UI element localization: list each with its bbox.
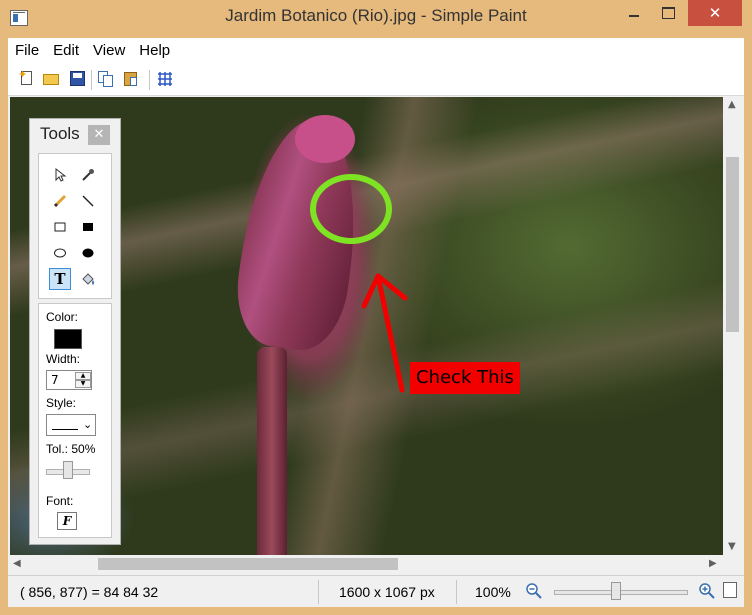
open-folder-icon bbox=[43, 74, 59, 85]
status-separator bbox=[318, 580, 319, 604]
menu-bar: File Edit View Help bbox=[8, 38, 744, 62]
photo-bud-tip bbox=[295, 115, 355, 163]
image-canvas[interactable]: Check This Tools ✕ T Color: Width: 7 ▲ ▼… bbox=[10, 97, 723, 555]
fill-tool[interactable] bbox=[77, 268, 99, 290]
solid-line-style bbox=[52, 429, 78, 430]
tolerance-label: Tol.: 50% bbox=[46, 442, 96, 456]
scroll-corner bbox=[723, 555, 742, 573]
zoom-fit-icon[interactable] bbox=[723, 582, 737, 598]
width-stepper[interactable]: 7 ▲ ▼ bbox=[46, 370, 92, 390]
style-label: Style: bbox=[46, 396, 77, 410]
tools-panel-title: Tools bbox=[40, 124, 80, 143]
pencil-icon bbox=[53, 194, 67, 208]
zoom-in-icon[interactable] bbox=[698, 582, 716, 600]
tool-properties: Color: Width: 7 ▲ ▼ Style: ⌄ Tol.: 50% F… bbox=[38, 303, 112, 538]
chevron-down-icon: ⌄ bbox=[83, 418, 93, 431]
save-button[interactable] bbox=[68, 70, 88, 88]
text-tool[interactable]: T bbox=[49, 268, 71, 290]
filled-ellipse-icon bbox=[82, 248, 94, 258]
minimize-icon bbox=[629, 15, 639, 17]
ellipse-icon bbox=[54, 248, 66, 258]
open-button[interactable] bbox=[42, 70, 62, 88]
menu-help[interactable]: Help bbox=[132, 42, 177, 59]
width-value: 7 bbox=[51, 373, 59, 387]
line-tool[interactable] bbox=[77, 190, 99, 212]
rectangle-tool[interactable] bbox=[49, 216, 71, 238]
filled-ellipse-tool[interactable] bbox=[77, 242, 99, 264]
minimize-button[interactable] bbox=[618, 0, 650, 26]
menu-edit[interactable]: Edit bbox=[46, 42, 86, 59]
pencil-tool[interactable] bbox=[49, 190, 71, 212]
status-bar: ( 856, 877) = 84 84 32 1600 x 1067 px 10… bbox=[8, 575, 744, 607]
color-label: Color: bbox=[46, 310, 79, 324]
app-window: Jardim Botanico (Rio).jpg - Simple Paint… bbox=[0, 0, 752, 615]
vertical-scroll-thumb[interactable] bbox=[726, 157, 739, 332]
paste-button[interactable] bbox=[122, 70, 142, 88]
width-up-button[interactable]: ▲ bbox=[75, 372, 91, 380]
line-icon bbox=[82, 195, 94, 207]
grid-button[interactable] bbox=[156, 70, 176, 88]
title-bar[interactable]: Jardim Botanico (Rio).jpg - Simple Paint… bbox=[0, 0, 752, 38]
eyedropper-icon bbox=[82, 169, 94, 181]
tool-grid: T bbox=[38, 153, 112, 299]
maximize-icon bbox=[661, 7, 675, 19]
save-icon bbox=[70, 71, 85, 86]
status-separator bbox=[456, 580, 457, 604]
pixel-info: ( 856, 877) = 84 84 32 bbox=[20, 584, 159, 600]
close-icon: ✕ bbox=[708, 4, 722, 22]
maximize-button[interactable] bbox=[652, 0, 684, 26]
annotation-label: Check This bbox=[410, 362, 520, 394]
tools-panel: Tools ✕ T Color: Width: 7 ▲ ▼ Style: ⌄ T… bbox=[29, 118, 121, 545]
horizontal-scroll-thumb[interactable] bbox=[98, 558, 398, 570]
width-down-button[interactable]: ▼ bbox=[75, 380, 91, 388]
menu-view[interactable]: View bbox=[86, 42, 132, 59]
toolbar-separator bbox=[149, 70, 150, 90]
zoom-level: 100% bbox=[475, 584, 511, 600]
tolerance-slider-thumb[interactable] bbox=[63, 461, 73, 479]
scroll-down-icon[interactable]: ▼ bbox=[728, 541, 736, 552]
horizontal-scrollbar[interactable]: ◀ ▶ bbox=[10, 555, 723, 573]
toolbar-separator bbox=[91, 70, 92, 90]
eyedropper-tool[interactable] bbox=[77, 164, 99, 186]
filled-rectangle-icon bbox=[83, 223, 93, 231]
width-label: Width: bbox=[46, 352, 81, 366]
rectangle-icon bbox=[54, 222, 66, 232]
new-file-button[interactable]: ✦ bbox=[18, 68, 38, 88]
scroll-up-icon[interactable]: ▲ bbox=[728, 99, 736, 110]
copy-button[interactable] bbox=[96, 70, 116, 88]
grid-icon bbox=[158, 72, 172, 86]
paint-bucket-icon bbox=[82, 273, 94, 285]
line-style-select[interactable]: ⌄ bbox=[46, 414, 96, 436]
color-swatch[interactable] bbox=[54, 329, 82, 349]
filled-rectangle-tool[interactable] bbox=[77, 216, 99, 238]
select-tool[interactable] bbox=[49, 164, 71, 186]
close-button[interactable]: ✕ bbox=[688, 0, 742, 26]
zoom-slider-track[interactable] bbox=[554, 590, 688, 595]
image-dimensions: 1600 x 1067 px bbox=[339, 584, 435, 600]
scroll-right-icon[interactable]: ▶ bbox=[709, 558, 717, 569]
text-tool-icon: T bbox=[54, 270, 66, 288]
font-button[interactable]: F bbox=[57, 512, 77, 530]
vertical-scrollbar[interactable]: ▲ ▼ bbox=[723, 97, 742, 555]
toolbar: ✦ bbox=[8, 62, 744, 96]
font-label: Font: bbox=[46, 494, 74, 508]
tools-panel-close-button[interactable]: ✕ bbox=[88, 125, 110, 145]
photo-stem bbox=[257, 347, 287, 555]
scroll-left-icon[interactable]: ◀ bbox=[13, 558, 21, 569]
zoom-slider-thumb[interactable] bbox=[610, 582, 621, 600]
paste-icon bbox=[124, 72, 137, 86]
ellipse-tool[interactable] bbox=[49, 242, 71, 264]
zoom-out-icon[interactable] bbox=[525, 582, 543, 600]
annotation-circle bbox=[310, 174, 392, 244]
client-area: File Edit View Help ✦ Check This Tools ✕… bbox=[8, 38, 744, 607]
menu-file[interactable]: File bbox=[8, 42, 46, 59]
arrow-pointer-icon bbox=[55, 168, 67, 182]
